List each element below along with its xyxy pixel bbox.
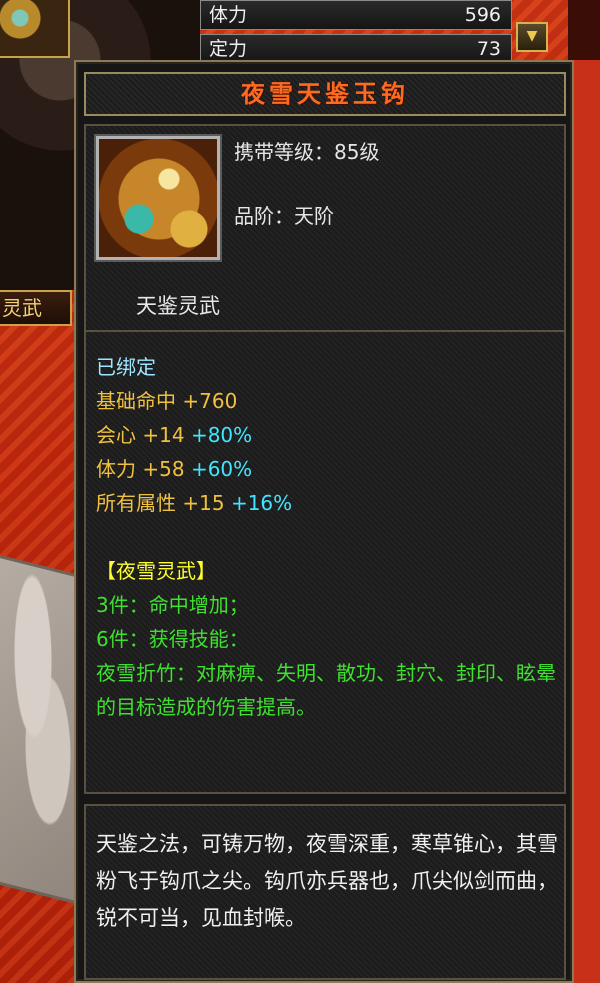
- item-description-panel: 天鉴之法，可铸万物，夜雪深重，寒草锥心，其雪粉飞于钩爪之尖。钩爪亦兵器也，爪尖似…: [84, 804, 566, 980]
- item-tooltip: 夜雪天鉴玉钩 携带等级：85级 品阶：天阶 天鉴灵武 已绑定 基础命中 +760…: [74, 60, 574, 983]
- attr-crit-pct: +80%: [190, 423, 253, 447]
- attr-all-base: +15: [182, 491, 225, 515]
- attr-stamina-base: +58: [142, 457, 185, 481]
- attr-all: 所有属性 +15 +16%: [96, 486, 561, 520]
- stat-row-stamina: 体力 596: [200, 0, 512, 30]
- bound-status: 已绑定: [96, 355, 156, 379]
- side-tab-label: 灵武: [2, 296, 42, 320]
- set-skill: 夜雪折竹：对麻痹、失明、散功、封穴、封印、眩晕的目标造成的伤害提高。: [96, 661, 556, 719]
- attr-hit: 基础命中 +760: [96, 384, 561, 418]
- set-bonus-6: 6件：获得技能：: [96, 627, 249, 651]
- stat-label: 定力: [209, 38, 248, 60]
- attr-all-pct: +16%: [230, 491, 293, 515]
- attr-hit-base: +760: [182, 389, 238, 413]
- set-name: 天鉴灵武: [136, 294, 220, 318]
- attr-crit: 会心 +14 +80%: [96, 418, 561, 452]
- stat-value: 596: [464, 4, 501, 26]
- item-title: 夜雪天鉴玉钩: [241, 79, 409, 108]
- item-description: 天鉴之法，可铸万物，夜雪深重，寒草锥心，其雪粉飞于钩爪之尖。钩爪亦兵器也，爪尖似…: [96, 832, 558, 930]
- background-item-slot[interactable]: [0, 0, 70, 58]
- stat-value: 73: [476, 38, 501, 60]
- chevron-down-icon: ▼: [526, 28, 538, 44]
- scroll-down-button[interactable]: ▼: [516, 22, 548, 52]
- claw-weapon-icon: [96, 136, 220, 260]
- side-tab[interactable]: 灵武: [0, 290, 72, 326]
- item-grade: 品阶：天阶: [234, 204, 334, 228]
- item-properties-panel: 已绑定 基础命中 +760 会心 +14 +80% 体力 +58 +60% 所有…: [84, 330, 566, 794]
- attr-crit-base: +14: [142, 423, 185, 447]
- carry-level: 携带等级：85级: [234, 140, 380, 164]
- set-header: 【夜雪灵武】: [96, 559, 216, 583]
- attr-stamina-pct: +60%: [190, 457, 253, 481]
- attr-stamina-label: 体力: [96, 457, 136, 481]
- attr-crit-label: 会心: [96, 423, 136, 447]
- attr-hit-label: 基础命中: [96, 389, 176, 413]
- set-bonus-3: 3件：命中增加；: [96, 593, 249, 617]
- item-title-bar: 夜雪天鉴玉钩: [84, 72, 566, 116]
- attr-stamina: 体力 +58 +60%: [96, 452, 561, 486]
- attr-all-label: 所有属性: [96, 491, 176, 515]
- stat-label: 体力: [209, 4, 248, 26]
